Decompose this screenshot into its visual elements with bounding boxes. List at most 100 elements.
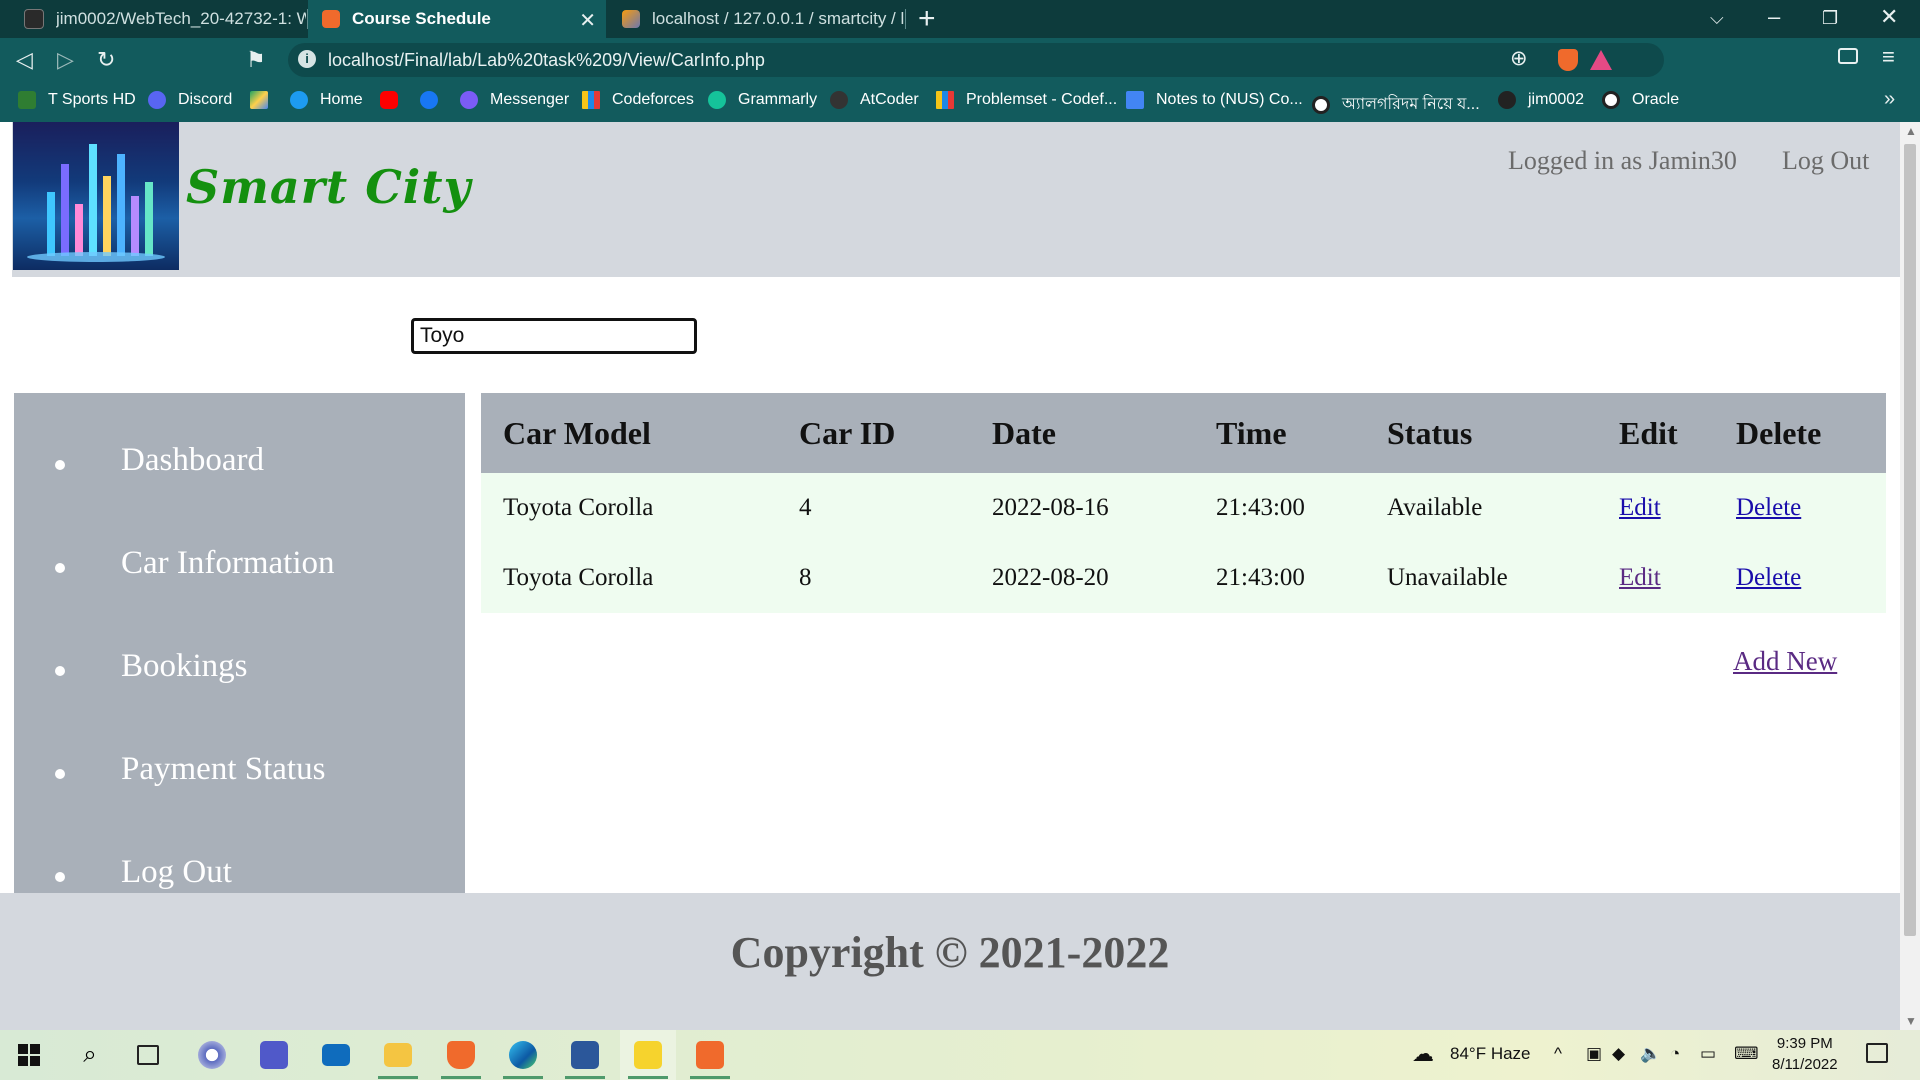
brave-shield-icon[interactable] [1558, 49, 1578, 71]
forward-icon[interactable]: ▷ [57, 47, 74, 73]
chart-app-icon[interactable] [620, 1030, 676, 1080]
bookmark-icon[interactable]: ⚑ [246, 47, 266, 73]
url-text[interactable]: localhost/Final/lab/Lab%20task%209/View/… [328, 50, 765, 71]
minimize-icon[interactable]: – [1768, 4, 1780, 30]
edge-icon[interactable] [495, 1030, 551, 1080]
battery-icon[interactable]: ▭ [1700, 1044, 1716, 1064]
bookmark-discord[interactable]: Discord [148, 91, 232, 109]
restore-icon[interactable]: ❐ [1822, 8, 1838, 29]
bookmark-label: Grammarly [738, 91, 818, 108]
search-icon[interactable]: ⌕ [62, 1030, 118, 1080]
delete-link[interactable]: Delete [1736, 494, 1801, 521]
scroll-up-icon[interactable]: ▲ [1905, 124, 1917, 138]
edit-link[interactable]: Edit [1619, 494, 1661, 521]
tab-search-chevron-icon[interactable]: ⌵ [1710, 8, 1724, 29]
sidebar-item-bookings[interactable]: Bookings [14, 642, 465, 702]
close-window-icon[interactable]: ✕ [1880, 4, 1898, 30]
car-model-cell: Toyota Corolla [503, 564, 654, 591]
notifications-icon[interactable] [1866, 1043, 1888, 1063]
back-icon[interactable]: ◁ [16, 47, 33, 73]
tsports-icon [18, 91, 36, 109]
bookmark-problemset[interactable]: Problemset - Codef... [936, 91, 1117, 109]
weather-icon[interactable]: ☁ [1412, 1041, 1434, 1067]
bookmark-facebook[interactable] [420, 91, 450, 109]
search-input[interactable] [411, 318, 697, 354]
car-info-table: Car Model Car ID Date Time Status Edit D… [481, 393, 1886, 613]
add-new-link[interactable]: Add New [1733, 646, 1837, 677]
bookmark-youtube[interactable] [380, 91, 410, 109]
bookmark-oracle[interactable]: Oracle [1602, 91, 1679, 109]
chrome-like-icon[interactable] [184, 1030, 240, 1080]
wallet-icon[interactable] [1838, 48, 1858, 64]
omnibox[interactable]: i localhost/Final/lab/Lab%20task%209/Vie… [288, 43, 1664, 77]
sidebar-item-payment-status[interactable]: Payment Status [14, 745, 465, 805]
site-info-icon[interactable]: i [298, 50, 316, 68]
new-tab-button[interactable]: + [918, 2, 936, 36]
twitter-icon [290, 91, 308, 109]
volume-icon[interactable]: 🔈 [1640, 1044, 1661, 1064]
reload-icon[interactable]: ↻ [97, 47, 115, 73]
sidebar-item-label[interactable]: Log Out [121, 854, 232, 891]
bookmark-notes[interactable]: Notes to (NUS) Co... [1126, 91, 1303, 109]
bookmark-tsports[interactable]: T Sports HD [18, 91, 136, 109]
clock-time: 9:39 PM [1776, 1035, 1833, 1052]
keyboard-icon[interactable]: ⌨ [1734, 1044, 1759, 1064]
site-title: Smart City [186, 160, 472, 214]
tab-separator [905, 9, 906, 29]
file-explorer-icon[interactable] [370, 1030, 426, 1080]
bookmark-algorithm[interactable]: অ্যালগরিদম নিয়ে য... [1312, 91, 1480, 118]
page-scrollbar[interactable]: ▲ ▼ [1900, 122, 1920, 1030]
bookmark-grammarly[interactable]: Grammarly [708, 91, 817, 109]
header-logout-link[interactable]: Log Out [1782, 146, 1869, 176]
bookmark-jim0002[interactable]: jim0002 [1498, 91, 1584, 109]
xampp-icon[interactable] [682, 1030, 738, 1080]
bookmark-messenger[interactable]: Messenger [460, 91, 569, 109]
sidebar-item-dashboard[interactable]: Dashboard [14, 436, 465, 496]
bookmarks-overflow-icon[interactable]: » [1884, 88, 1895, 111]
tray-chevron-icon[interactable]: ^ [1554, 1044, 1562, 1064]
scroll-thumb[interactable] [1904, 144, 1916, 936]
messenger-icon [460, 91, 478, 109]
windows-taskbar: ⌕ ☁ 84°F Haze ^ ▣ ◆ 🔈 ◔ ▭ ⌨ 9:39 PM 8/11… [0, 1030, 1920, 1080]
brave-rewards-icon[interactable] [1590, 50, 1612, 70]
brave-icon[interactable] [433, 1030, 489, 1080]
sidebar-item-label[interactable]: Payment Status [121, 751, 325, 788]
sidebar-item-label[interactable]: Dashboard [121, 442, 264, 479]
sidebar-item-car-information[interactable]: Car Information [14, 539, 465, 599]
zoom-icon[interactable]: ⊕ [1510, 46, 1528, 71]
github-icon [24, 9, 44, 29]
windows-start-icon[interactable] [18, 1044, 40, 1066]
menu-icon[interactable]: ≡ [1882, 44, 1895, 70]
tab-phpmyadmin[interactable]: localhost / 127.0.0.1 / smartcity / logi… [608, 0, 904, 38]
tray-app-icon[interactable]: ▣ [1586, 1044, 1602, 1064]
word-icon[interactable] [557, 1030, 613, 1080]
tab-github[interactable]: jim0002/WebTech_20-42732-1: Web Te [10, 0, 306, 38]
task-view-icon[interactable] [120, 1030, 176, 1080]
column-header: Car ID [799, 414, 896, 451]
youtube-icon [380, 91, 398, 109]
status-cell: Unavailable [1387, 564, 1508, 591]
scroll-down-icon[interactable]: ▼ [1905, 1014, 1917, 1028]
clock[interactable]: 9:39 PM 8/11/2022 [1772, 1033, 1838, 1075]
sidebar-item-label[interactable]: Bookings [121, 648, 248, 685]
bookmark-atcoder[interactable]: AtCoder [830, 91, 919, 109]
tab-course-schedule[interactable]: Course Schedule ✕ [308, 0, 606, 38]
sidebar-item-label[interactable]: Car Information [121, 545, 335, 582]
wifi-icon[interactable]: ◔ [1670, 1044, 1680, 1064]
bullet-icon [55, 666, 65, 676]
bookmark-codeforces[interactable]: Codeforces [582, 91, 694, 109]
globe-icon [1602, 91, 1620, 109]
bookmark-drive[interactable] [250, 91, 280, 109]
bookmark-twitter-home[interactable]: Home [290, 91, 363, 109]
teams-icon[interactable] [246, 1030, 302, 1080]
mail-icon[interactable] [308, 1030, 364, 1080]
bullet-icon [55, 872, 65, 882]
grammarly-icon [708, 91, 726, 109]
facebook-icon [420, 91, 438, 109]
weather-text[interactable]: 84°F Haze [1450, 1044, 1531, 1064]
globe-icon [1312, 95, 1330, 114]
close-tab-icon[interactable]: ✕ [579, 8, 596, 33]
edit-link[interactable]: Edit [1619, 564, 1661, 591]
delete-link[interactable]: Delete [1736, 564, 1801, 591]
teams-tray-icon[interactable]: ◆ [1612, 1044, 1625, 1064]
